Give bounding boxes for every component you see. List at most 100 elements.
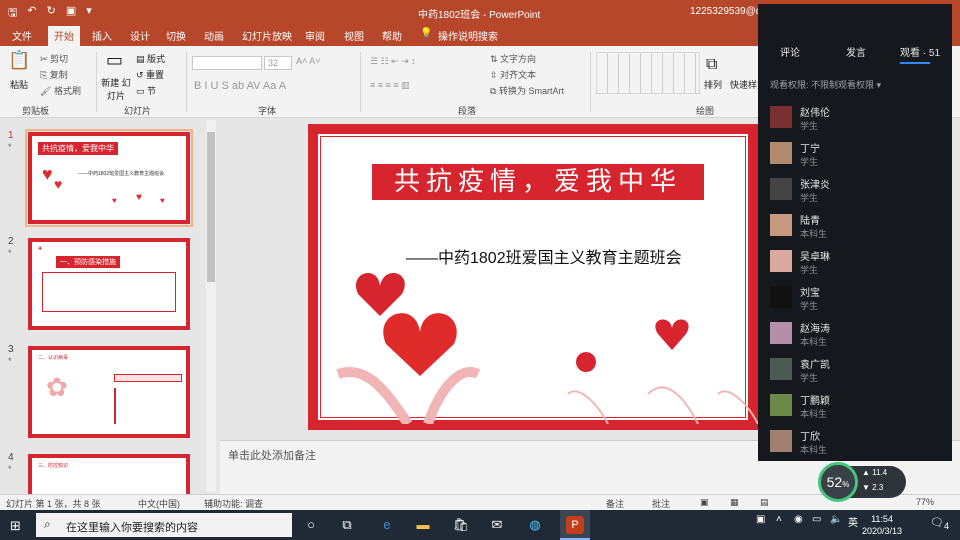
tab-animations[interactable]: 动画	[204, 28, 224, 43]
reset-button[interactable]: ↺ 重置	[136, 68, 164, 81]
arrange-button[interactable]: 排列	[704, 78, 722, 91]
ime-icon[interactable]: 英	[848, 514, 858, 529]
system-clock[interactable]: 11:54 2020/3/13	[862, 513, 902, 537]
avatar	[770, 142, 792, 164]
wechat-icon[interactable]: ◉	[794, 514, 803, 525]
file-explorer-icon[interactable]: ▬	[414, 516, 432, 534]
powerpoint-icon[interactable]: P	[566, 516, 584, 534]
transition-star-icon: *	[8, 142, 12, 152]
slide-thumbnail-2[interactable]: ✚ 一、预防感染措施	[28, 238, 190, 330]
show-hidden-icons[interactable]: ˄	[776, 514, 782, 525]
tab-help[interactable]: 帮助	[382, 28, 402, 43]
viewer-role: 本科生	[800, 445, 828, 455]
save-icon[interactable]: 🖫	[8, 4, 17, 23]
tab-home[interactable]: 开始	[48, 26, 80, 46]
tell-me-search[interactable]: 操作说明搜索	[438, 28, 498, 43]
copy-button[interactable]: ⎘ 复制	[40, 68, 68, 81]
tab-view[interactable]: 视图	[344, 28, 364, 43]
slide-title[interactable]: 共抗疫情，爱我中华	[372, 164, 704, 200]
thumb-title: 共抗疫情，爱我中华	[38, 142, 118, 155]
slide-thumbnail-3[interactable]: 二、认识病毒 ✿	[28, 346, 190, 438]
notes-toggle[interactable]: 备注	[606, 497, 624, 510]
slide-sorter-icon[interactable]: ▦	[730, 497, 739, 508]
redo-icon[interactable]: ↻	[47, 4, 56, 23]
tab-transitions[interactable]: 切换	[166, 28, 186, 43]
tab-viewers[interactable]: 观看 · 51	[900, 44, 940, 64]
viewer-row[interactable]: 赵伟伦 学生	[758, 100, 952, 136]
browser-icon[interactable]: ◍	[526, 516, 544, 534]
text-direction-button[interactable]: ⇅ 文字方向	[490, 52, 536, 65]
tab-slideshow[interactable]: 幻灯片放映	[242, 28, 292, 43]
tab-file[interactable]: 文件	[12, 28, 32, 43]
new-slide-icon[interactable]: ▭	[106, 50, 123, 71]
reading-view-icon[interactable]: ▤	[760, 497, 769, 508]
tab-comments[interactable]: 评论	[780, 44, 800, 59]
comments-toggle[interactable]: 批注	[652, 497, 670, 510]
account-name[interactable]: 1225329539@q	[690, 6, 761, 17]
viewer-row[interactable]: 刘宝 学生	[758, 280, 952, 316]
scrollbar-thumb[interactable]	[207, 132, 215, 282]
viewer-row[interactable]: 赵海涛 本科生	[758, 316, 952, 352]
viewer-name: 丁鹏颖	[800, 396, 830, 407]
network-speed-widget[interactable]: 52% ▲ 11.4 ▼ 2.3	[818, 462, 906, 502]
tab-speak[interactable]: 发言	[846, 44, 866, 59]
viewer-filter[interactable]: 观看权限: 不限制观看权限 ▾	[770, 78, 881, 91]
format-painter-button[interactable]: 🖌 格式刷	[40, 84, 81, 97]
viewer-row[interactable]: 袁广凯 学生	[758, 352, 952, 388]
normal-view-icon[interactable]: ▣	[700, 497, 709, 508]
slide-thumbnail-4[interactable]: 三、防控知识	[28, 454, 190, 494]
tab-design[interactable]: 设计	[130, 28, 150, 43]
viewer-role: 学生	[800, 157, 819, 167]
mail-icon[interactable]: ✉	[488, 516, 506, 534]
task-view-icon[interactable]: ⧉	[338, 516, 356, 534]
shapes-gallery[interactable]	[596, 52, 700, 94]
font-format-buttons[interactable]: B I U S ab AV Aa A	[194, 80, 286, 92]
viewer-row[interactable]: 丁鹏颖 本科生	[758, 388, 952, 424]
slide-number: 2	[8, 236, 14, 247]
volume-icon[interactable]: 🔈	[830, 514, 842, 525]
viewer-row[interactable]: 陆青 本科生	[758, 208, 952, 244]
edge-icon[interactable]: e	[378, 516, 396, 534]
cut-button[interactable]: ✂ 剪切	[40, 52, 68, 65]
new-slide-button[interactable]: 新建 幻灯片	[100, 76, 132, 102]
font-size-select[interactable]: 32	[264, 56, 292, 70]
store-icon[interactable]: 🛍	[452, 516, 470, 534]
cortana-icon[interactable]: ○	[302, 516, 320, 534]
network-icon[interactable]: ▭	[812, 514, 821, 525]
tab-review[interactable]: 审阅	[305, 28, 325, 43]
action-center-icon[interactable]: 🗨4	[930, 516, 949, 531]
slide-thumbnail-1[interactable]: 共抗疫情，爱我中华 ——中药1802班爱国主义教育主题班会 ♥ ♥ ♥ ♥ ♥	[25, 129, 193, 227]
tab-insert[interactable]: 插入	[92, 28, 112, 43]
layout-button[interactable]: ▤ 版式	[136, 52, 165, 65]
section-button[interactable]: ▭ 节	[136, 84, 156, 97]
zoom-level[interactable]: 77%	[916, 497, 934, 507]
avatar	[770, 178, 792, 200]
font-family-select[interactable]	[192, 56, 262, 70]
windows-start-icon[interactable]: ⊞	[10, 518, 21, 534]
align-text-button[interactable]: ⇳ 对齐文本	[490, 68, 536, 81]
viewer-row[interactable]: 丁宁 学生	[758, 136, 952, 172]
paste-icon[interactable]: 📋	[8, 50, 30, 71]
language-indicator[interactable]: 中文(中国)	[138, 497, 180, 510]
viewer-row[interactable]: 吴卓琳 学生	[758, 244, 952, 280]
tray-app-icon[interactable]: ▣	[756, 514, 765, 525]
grow-font-icon[interactable]: A˄ A˅	[296, 56, 321, 66]
start-from-beginning-icon[interactable]: ▣	[66, 4, 76, 23]
smartart-button[interactable]: ⧉ 转换为 SmartArt	[490, 84, 564, 97]
arrange-icon[interactable]: ⧉	[706, 56, 717, 74]
current-slide[interactable]: 共抗疫情，爱我中华 ——中药1802班爱国主义教育主题班会	[308, 124, 758, 430]
taskbar-search[interactable]: ⌕ 在这里输入你要搜索的内容	[36, 513, 292, 537]
thumbnail-scrollbar[interactable]	[206, 120, 216, 492]
thumb-header: ✚	[38, 246, 43, 252]
download-speed: ▼ 2.3	[862, 483, 884, 492]
viewer-row[interactable]: 张津炎 学生	[758, 172, 952, 208]
customize-icon[interactable]: ▾	[86, 4, 92, 23]
undo-icon[interactable]: ↶	[27, 4, 36, 23]
viewer-row[interactable]: 丁欣 本科生	[758, 424, 952, 460]
align-buttons[interactable]: ≡ ≡ ≡ ≡ ▥	[370, 80, 410, 91]
paste-button[interactable]: 粘贴	[10, 78, 28, 91]
list-buttons[interactable]: ☰ ☷ ⇤ ⇥ ↕	[370, 56, 416, 67]
avatar	[770, 394, 792, 416]
transition-star-icon: *	[8, 356, 12, 366]
accessibility-indicator[interactable]: 辅助功能: 调查	[204, 497, 263, 510]
